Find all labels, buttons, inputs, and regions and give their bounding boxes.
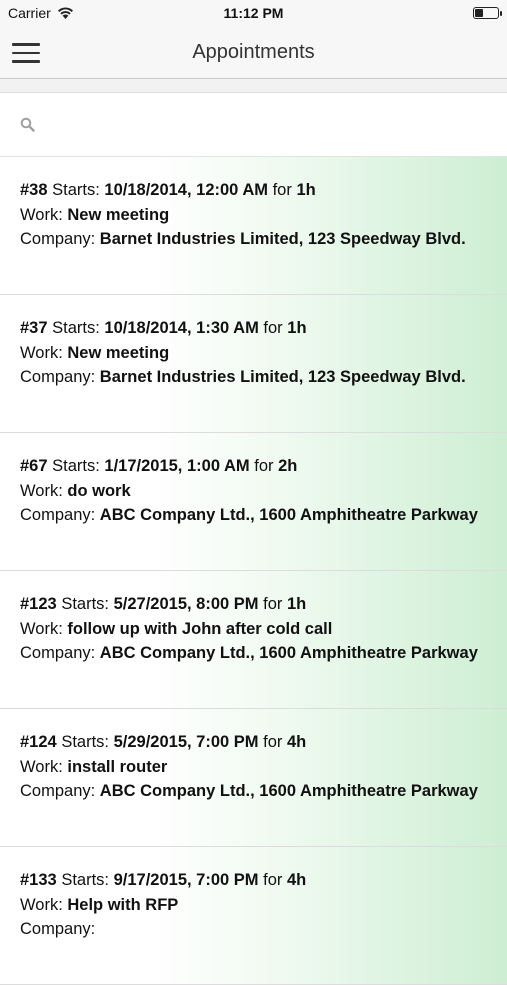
search-bar	[0, 93, 507, 157]
appointment-row[interactable]: #67 Starts: 1/17/2015, 1:00 AM for 2h Wo…	[0, 433, 507, 571]
appointment-row[interactable]: #133 Starts: 9/17/2015, 7:00 PM for 4h W…	[0, 847, 507, 985]
appointment-list: #38 Starts: 10/18/2014, 12:00 AM for 1h …	[0, 157, 507, 985]
search-icon	[20, 117, 35, 132]
navigation-bar: Appointments	[0, 28, 507, 79]
appointment-row[interactable]: #123 Starts: 5/27/2015, 8:00 PM for 1h W…	[0, 571, 507, 709]
appointment-row[interactable]: #38 Starts: 10/18/2014, 12:00 AM for 1h …	[0, 157, 507, 295]
page-title: Appointments	[192, 41, 315, 63]
search-input[interactable]	[43, 114, 507, 135]
battery-level	[475, 9, 484, 17]
battery-icon	[473, 7, 502, 19]
appointment-row[interactable]: #124 Starts: 5/29/2015, 7:00 PM for 4h W…	[0, 709, 507, 847]
status-bar: Carrier 11:12 PM	[0, 0, 507, 28]
appointment-row[interactable]: #37 Starts: 10/18/2014, 1:30 AM for 1h W…	[0, 295, 507, 433]
section-divider	[0, 79, 507, 93]
clock: 11:12 PM	[223, 5, 284, 21]
